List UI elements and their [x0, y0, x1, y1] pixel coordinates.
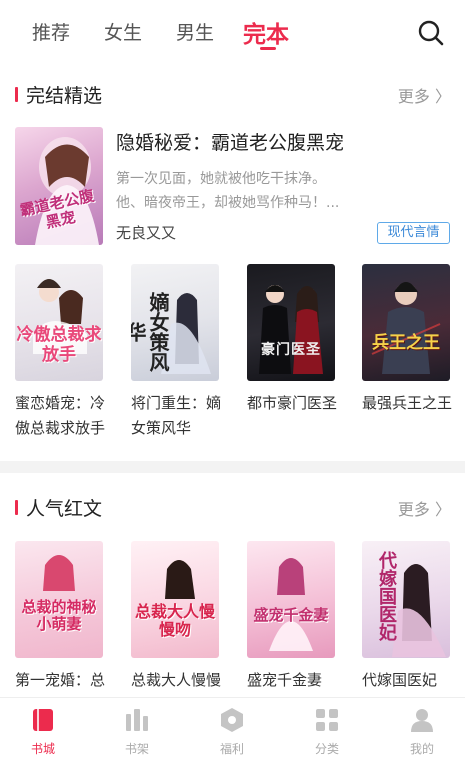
nav-welfare[interactable]: 福利: [202, 706, 262, 757]
book-cover[interactable]: 总裁的神秘小萌妻: [15, 541, 103, 658]
genre-tag[interactable]: 现代言情: [377, 222, 450, 244]
nav-label: 书城: [30, 742, 55, 756]
cover-title: 嫡女策风华: [131, 291, 170, 372]
featured-book-description: 第一次见面，她就被他吃干抹净。 他、暗夜帝王，却被她骂作种马！...: [116, 167, 361, 215]
nav-bookshelf[interactable]: 书架: [107, 706, 167, 757]
section-title: 人气红文: [26, 498, 103, 520]
book-card[interactable]: 冷傲总裁求放手 蜜恋婚宠：冷傲总裁求放手: [15, 264, 105, 441]
featured-book-title[interactable]: 隐婚秘爱：霸道老公腹黑宠: [116, 128, 344, 155]
bottom-nav-bar: 书城 书架 福利 分类 我的: [0, 697, 465, 760]
search-icon[interactable]: [416, 18, 446, 48]
cover-title: 冷傲总裁求放手: [16, 325, 102, 365]
book-cover[interactable]: 冷傲总裁求放手: [15, 264, 103, 381]
nav-book-city[interactable]: 书城: [13, 706, 73, 757]
featured-book-author: 无良又又: [116, 224, 177, 242]
tab-male[interactable]: 男生: [176, 18, 214, 45]
cover-title: 豪门医圣: [261, 342, 321, 358]
section-accent-bar: [15, 87, 18, 102]
bookshelf-icon: [123, 706, 151, 734]
book-cover[interactable]: 豪门医圣: [247, 264, 335, 381]
book-title: 将门重生：嫡女策风华: [131, 394, 221, 437]
cover-title: 总裁大人慢慢吻: [134, 602, 215, 640]
book-cover[interactable]: 兵王之王: [362, 264, 450, 381]
nav-label: 分类: [314, 742, 339, 756]
book-card[interactable]: 盛宠千金妻 盛宠千金妻: [247, 541, 337, 718]
more-link[interactable]: 更多 〉: [398, 496, 451, 520]
section-header-popular: 人气红文 更多 〉: [0, 492, 465, 522]
book-card[interactable]: 总裁大人慢慢吻 总裁大人慢慢吻: [131, 541, 221, 718]
nav-category[interactable]: 分类: [297, 706, 357, 757]
profile-icon: [408, 706, 436, 734]
book-cover[interactable]: 嫡女策风华: [131, 264, 219, 381]
top-tab-bar: 推荐 女生 男生 完本: [0, 0, 465, 64]
more-link[interactable]: 更多 〉: [398, 83, 451, 107]
active-tab-indicator: [260, 47, 276, 50]
tab-recommend[interactable]: 推荐: [32, 18, 70, 45]
nav-label: 福利: [219, 742, 244, 756]
tab-female[interactable]: 女生: [104, 18, 142, 45]
nav-label: 书架: [124, 742, 149, 756]
book-cover[interactable]: 代嫁国医妃: [362, 541, 450, 658]
description-line: 第一次见面，她就被他吃干抹净。: [116, 171, 326, 187]
book-card[interactable]: 兵王之王 最强兵王之王: [362, 264, 452, 441]
book-title: 都市豪门医圣: [247, 394, 337, 412]
featured-book-cover[interactable]: 霸道老公腹黑宠: [15, 127, 103, 245]
book-title: 最强兵王之王: [362, 394, 452, 412]
cover-title: 代嫁国医妃: [376, 551, 397, 641]
book-cover[interactable]: 盛宠千金妻: [247, 541, 335, 658]
book-title: 蜜恋婚宠：冷傲总裁求放手: [15, 394, 105, 437]
book-card[interactable]: 豪门医圣 都市豪门医圣: [247, 264, 337, 441]
book-cover[interactable]: 总裁大人慢慢吻: [131, 541, 219, 658]
tab-finished[interactable]: 完本: [243, 15, 289, 49]
cover-title: 兵王之王: [372, 333, 440, 353]
book-card[interactable]: 代嫁国医妃 代嫁国医妃: [362, 541, 452, 718]
section-title: 完结精选: [26, 85, 103, 107]
cover-title: 盛宠千金妻: [253, 606, 329, 624]
book-card[interactable]: 嫡女策风华 将门重生：嫡女策风华: [131, 264, 221, 441]
category-icon: [313, 706, 341, 734]
cover-title: 总裁的神秘小萌妻: [21, 598, 97, 634]
section-accent-bar: [15, 500, 18, 515]
description-line: 他、暗夜帝王，却被她骂作种马！...: [116, 195, 340, 211]
welfare-icon: [218, 706, 246, 734]
nav-profile[interactable]: 我的: [392, 706, 452, 757]
nav-label: 我的: [409, 742, 434, 756]
section-header-finished: 完结精选 更多 〉: [0, 79, 465, 109]
book-card[interactable]: 总裁的神秘小萌妻 第一宠婚：总裁的神秘小萌妻: [15, 541, 105, 718]
section-divider: [0, 461, 465, 473]
book-city-icon: [29, 706, 57, 734]
